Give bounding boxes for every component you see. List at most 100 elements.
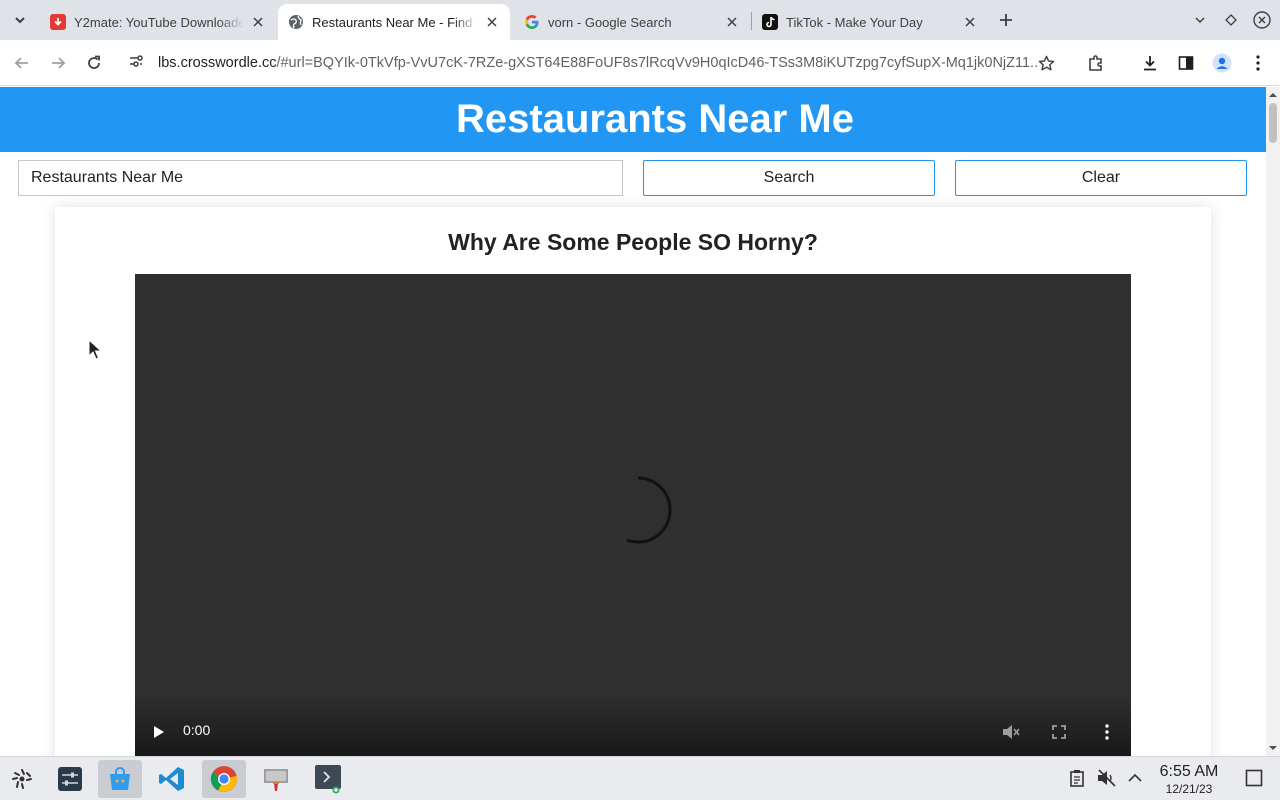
fullscreen-icon — [1052, 725, 1066, 739]
close-tab-icon[interactable] — [250, 14, 266, 30]
new-tab-button[interactable] — [994, 8, 1018, 32]
terminal-button[interactable] — [306, 760, 350, 798]
mouse-cursor-icon — [88, 339, 102, 360]
mute-button[interactable] — [999, 722, 1023, 742]
volume-tray-button[interactable] — [1096, 767, 1118, 789]
terminal-icon — [315, 765, 341, 794]
globe-icon — [288, 14, 304, 30]
close-tab-icon[interactable] — [484, 14, 500, 30]
video-options-button[interactable] — [1095, 722, 1119, 742]
address-bar[interactable]: lbs.crosswordle.cc/#url=BQYIk-0TkVfp-VvU… — [116, 45, 1070, 81]
tab-list-button[interactable] — [1188, 8, 1212, 32]
side-panel-button[interactable] — [1172, 49, 1200, 77]
bookmark-button[interactable] — [1032, 49, 1060, 77]
video-player[interactable]: 0:00 — [135, 274, 1131, 756]
scroll-thumb[interactable] — [1269, 103, 1277, 143]
show-desktop-button[interactable] — [1243, 767, 1265, 789]
downloads-button[interactable] — [1136, 49, 1164, 77]
site-settings-icon[interactable] — [128, 53, 144, 74]
volume-muted-icon — [1098, 769, 1116, 787]
back-arrow-icon — [14, 57, 28, 69]
tab-title: TikTok - Make Your Day — [786, 14, 923, 30]
taskbar: 6:55 AM 12/21/23 — [0, 756, 1280, 800]
paint-app-button[interactable] — [254, 760, 298, 798]
profile-button[interactable] — [1208, 49, 1236, 77]
store-icon — [110, 767, 130, 790]
close-window-button[interactable] — [1250, 8, 1274, 32]
play-icon — [154, 726, 164, 738]
tab-title: Y2mate: YouTube Downloader — [74, 14, 244, 30]
forward-arrow-icon — [52, 57, 66, 69]
discover-store-button[interactable] — [98, 760, 142, 798]
vscode-button[interactable] — [150, 760, 194, 798]
tab-title: vorn - Google Search — [548, 14, 672, 30]
clock-time: 6:55 AM — [1159, 763, 1219, 780]
tiktok-icon — [762, 14, 778, 30]
tab-y2mate[interactable]: Y2mate: YouTube Downloader — [40, 4, 276, 40]
more-vert-icon — [1256, 55, 1260, 71]
paint-icon — [264, 769, 288, 791]
tab-restaurants[interactable]: Restaurants Near Me - Find Restaurants — [278, 4, 510, 40]
search-button[interactable]: Search — [643, 160, 935, 196]
search-row: Search Clear — [18, 160, 1248, 196]
close-tab-icon[interactable] — [962, 14, 978, 30]
chrome-button[interactable] — [202, 760, 246, 798]
tab-tiktok[interactable]: TikTok - Make Your Day — [752, 4, 988, 40]
download-icon — [1144, 56, 1156, 71]
search-input[interactable] — [18, 160, 623, 196]
clipboard-tray-button[interactable] — [1066, 767, 1088, 789]
page-title: Restaurants Near Me — [456, 97, 854, 141]
close-tab-icon[interactable] — [724, 14, 740, 30]
clipboard-icon — [1070, 770, 1084, 787]
video-title: Why Are Some People SO Horny? — [448, 229, 818, 255]
taskbar-clock[interactable]: 6:55 AM 12/21/23 — [1150, 763, 1228, 796]
clear-button[interactable]: Clear — [955, 160, 1247, 196]
url-path: /#url=BQYIk-0TkVfp-VvU7cK-7RZe-gXST64E88… — [276, 55, 1038, 71]
side-panel-icon — [1178, 56, 1194, 70]
scroll-up-arrow-icon[interactable] — [1269, 91, 1277, 99]
url-text[interactable]: lbs.crosswordle.cc/#url=BQYIk-0TkVfp-VvU… — [158, 55, 1038, 71]
page-viewport: Restaurants Near Me Search Clear Why Are… — [0, 87, 1266, 756]
settings-icon — [58, 767, 82, 791]
reload-button[interactable] — [80, 49, 108, 77]
forward-button[interactable] — [44, 49, 72, 77]
back-button[interactable] — [8, 49, 36, 77]
tray-expand-button[interactable] — [1124, 767, 1146, 789]
star-icon — [1038, 55, 1054, 70]
page-header: Restaurants Near Me — [0, 87, 1266, 152]
app-launcher-button[interactable] — [0, 760, 44, 798]
video-current-time: 0:00 — [183, 722, 211, 738]
vscode-icon — [159, 767, 184, 791]
more-vert-icon — [1105, 724, 1109, 740]
chrome-icon — [210, 766, 237, 792]
scroll-down-arrow-icon[interactable] — [1269, 744, 1277, 752]
page-scrollbar[interactable] — [1266, 87, 1280, 756]
volume-muted-icon — [1003, 725, 1020, 739]
menu-button[interactable] — [1244, 49, 1272, 77]
tab-google-search[interactable]: vorn - Google Search — [514, 4, 750, 40]
close-circle-icon — [1253, 11, 1271, 29]
chevron-down-icon — [15, 17, 25, 24]
avatar-icon — [1212, 53, 1232, 73]
chevron-up-icon — [1128, 773, 1142, 782]
google-icon — [524, 14, 540, 30]
app-launcher-icon — [12, 769, 32, 789]
play-button[interactable] — [149, 722, 169, 742]
show-desktop-icon — [1245, 769, 1263, 787]
tab-strip: Y2mate: YouTube Downloader Restaurants N… — [0, 0, 1280, 40]
extensions-button[interactable] — [1082, 49, 1110, 77]
y2mate-icon — [50, 14, 66, 30]
minimize-button[interactable] — [1219, 8, 1243, 32]
tab-search-button[interactable] — [6, 6, 34, 34]
puzzle-icon — [1089, 55, 1102, 71]
system-settings-button[interactable] — [48, 760, 92, 798]
clock-date: 12/21/23 — [1165, 782, 1213, 796]
plus-icon — [1000, 14, 1012, 26]
fullscreen-button[interactable] — [1047, 722, 1071, 742]
video-card: Why Are Some People SO Horny? 0:00 — [55, 207, 1211, 756]
diamond-icon — [1225, 14, 1237, 26]
reload-icon — [88, 55, 100, 69]
browser-toolbar: lbs.crosswordle.cc/#url=BQYIk-0TkVfp-VvU… — [0, 40, 1280, 86]
loading-spinner-icon — [626, 476, 672, 544]
video-controls: 0:00 — [135, 694, 1131, 756]
